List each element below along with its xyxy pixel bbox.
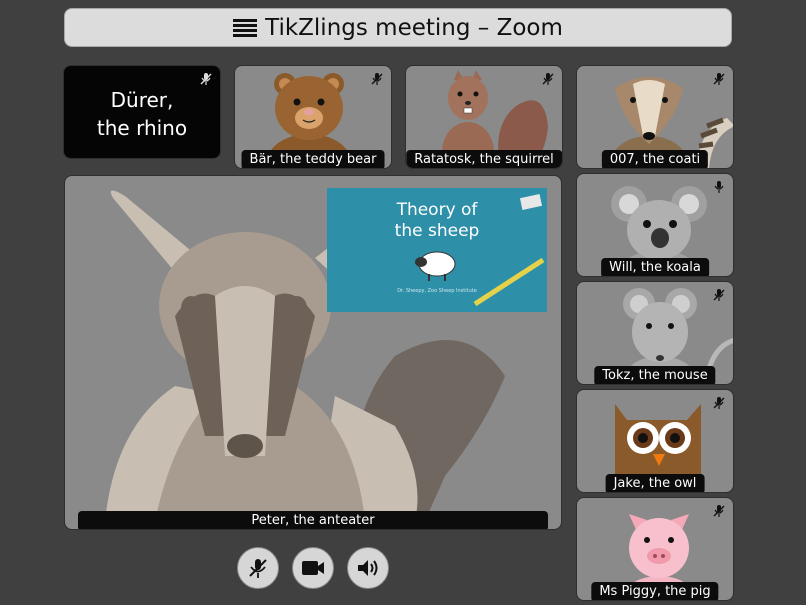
mic-muted-icon [713,397,725,409]
participant-name: Peter, the anteater [78,511,548,529]
mic-muted-icon [200,73,212,85]
mute-button[interactable] [237,547,279,589]
participant-name: Will, the koala [601,258,709,276]
participant-name: Bär, the teddy bear [241,150,385,168]
shared-slide: Theory of the sheep Dr. Sheepy, Zoo Shee… [327,188,547,312]
participant-tile-mouse[interactable]: Tokz, the mouse [576,281,734,385]
window-title: TikZlings meeting – Zoom [265,14,563,41]
participant-tile-owl[interactable]: Jake, the owl [576,389,734,493]
sheep-icon [415,251,456,281]
mic-muted-icon [713,289,725,301]
main-speaker-tile[interactable]: Theory of the sheep Dr. Sheepy, Zoo Shee… [64,175,562,530]
mic-icon [714,181,724,193]
menu-icon[interactable] [233,18,258,38]
participant-name: Ms Piggy, the pig [591,582,719,600]
participant-name: Ratatosk, the squirrel [406,150,562,168]
participant-name: Jake, the owl [605,474,705,492]
speaker-button[interactable] [347,547,389,589]
mic-muted-icon [371,73,383,85]
video-camera-icon [302,561,324,575]
mic-muted-icon [713,505,725,517]
participant-tile-pig[interactable]: Ms Piggy, the pig [576,497,734,601]
participant-tile-teddy[interactable]: Bär, the teddy bear [234,65,392,169]
window-title-bar: TikZlings meeting – Zoom [64,8,732,47]
participant-tile-rhino[interactable]: Dürer, the rhino [63,65,221,159]
participant-name: Dürer, the rhino [96,88,188,140]
pencil-icon [473,257,545,307]
participant-tile-squirrel[interactable]: Ratatosk, the squirrel [405,65,563,169]
slide-title: Theory of the sheep [394,200,480,241]
mic-muted-icon [249,559,267,578]
participant-tile-coati[interactable]: 007, the coati [576,65,734,169]
participant-tile-koala[interactable]: Will, the koala [576,173,734,277]
mic-muted-icon [542,73,554,85]
speaker-icon [358,560,378,576]
participant-name: Tokz, the mouse [594,366,716,384]
participant-name: 007, the coati [601,150,709,168]
mic-muted-icon [713,73,725,85]
video-button[interactable] [292,547,334,589]
